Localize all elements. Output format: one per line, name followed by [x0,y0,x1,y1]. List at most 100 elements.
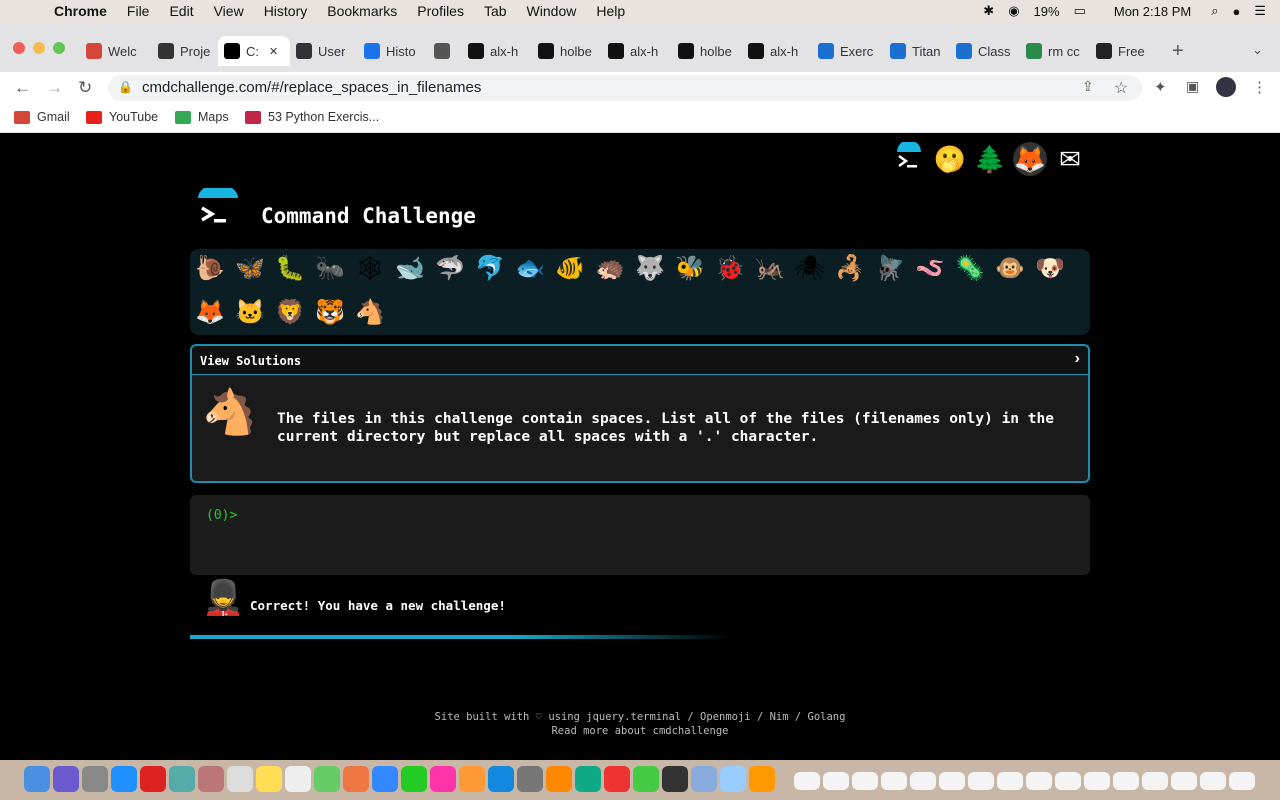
tab-4[interactable]: Histo [358,36,428,66]
challenge-animal-17[interactable]: 🪰 [874,253,906,285]
forward-button[interactable]: → [46,78,63,98]
dock-app-icon[interactable] [227,766,253,792]
challenge-animal-19[interactable]: 🦠 [954,253,986,285]
challenge-animal-22[interactable]: 🦊 [194,297,226,329]
challenge-animal-21[interactable]: 🐶 [1034,253,1066,285]
dock-app-icon[interactable] [314,766,340,792]
challenge-animal-15[interactable]: 🕷 [794,253,826,285]
extensions-icon[interactable]: ✦ [1154,78,1167,96]
dock-app-icon[interactable] [256,766,282,792]
dock-app-icon[interactable] [546,766,572,792]
challenge-animal-18[interactable]: 🪱 [914,253,946,285]
dock-document-icon[interactable] [881,772,907,790]
spotlight-search-icon[interactable]: ⌕ [1211,3,1218,19]
challenge-animal-6[interactable]: 🦈 [434,253,466,285]
dock-document-icon[interactable] [1200,772,1226,790]
bookmark-gmail[interactable]: Gmail [14,110,70,124]
dock-document-icon[interactable] [823,772,849,790]
dock-app-icon[interactable] [459,766,485,792]
dock-document-icon[interactable] [1084,772,1110,790]
tab-14[interactable]: rm cc [1020,36,1090,66]
dock-document-icon[interactable] [1113,772,1139,790]
wifi-icon[interactable]: ◉ [1008,3,1019,19]
tab-5[interactable] [428,36,462,66]
dock-app-icon[interactable] [24,766,50,792]
menu-profiles[interactable]: Profiles [417,3,464,19]
dock-app-icon[interactable] [430,766,456,792]
bookmark-star-icon[interactable]: ☆ [1114,78,1128,98]
tab-12[interactable]: Titan [884,36,950,66]
dock-document-icon[interactable] [1026,772,1052,790]
tab-6[interactable]: alx-h [462,36,532,66]
dock-document-icon[interactable] [939,772,965,790]
tab-11[interactable]: Exerc [812,36,882,66]
challenge-animal-12[interactable]: 🐝 [674,253,706,285]
close-window-button[interactable] [13,42,25,54]
tab-10[interactable]: alx-h [742,36,812,66]
tab-13[interactable]: Class [950,36,1020,66]
tab-15[interactable]: Free [1090,36,1160,66]
tab-3[interactable]: User [290,36,360,66]
challenge-animal-25[interactable]: 🐯 [314,297,346,329]
dock-document-icon[interactable] [852,772,878,790]
dock-app-icon[interactable] [691,766,717,792]
dock-app-icon[interactable] [633,766,659,792]
menu-edit[interactable]: Edit [169,3,193,19]
challenge-animal-16[interactable]: 🦂 [834,253,866,285]
dock-document-icon[interactable] [1142,772,1168,790]
siri-icon[interactable]: ● [1232,4,1240,19]
clock[interactable]: Mon 2:18 PM [1114,4,1191,19]
bookmark-maps[interactable]: Maps [175,110,229,124]
gitlab-icon[interactable]: 🦊 [1013,142,1047,176]
battery-icon[interactable]: ▭ [1074,3,1086,19]
dock-app-icon[interactable] [82,766,108,792]
tab-search-chevron-icon[interactable]: ⌄ [1252,42,1263,58]
dock-app-icon[interactable] [343,766,369,792]
terminal-input[interactable]: (0)> [190,495,1090,575]
dock-app-icon[interactable] [169,766,195,792]
dock-document-icon[interactable] [1055,772,1081,790]
share-icon[interactable]: ⇪ [1082,78,1094,95]
tab-2[interactable]: C: ✕ [218,36,290,66]
challenge-animal-23[interactable]: 🐱 [234,297,266,329]
dock-document-icon[interactable] [910,772,936,790]
dock-app-icon[interactable] [488,766,514,792]
dock-document-icon[interactable] [968,772,994,790]
dock-app-icon[interactable] [720,766,746,792]
terminal-logo-icon[interactable] [892,140,926,176]
lock-icon[interactable]: 🔒 [118,80,133,94]
reload-button[interactable]: ↻ [78,78,92,98]
new-tab-button[interactable]: + [1172,40,1184,63]
dock-app-icon[interactable] [401,766,427,792]
tab-7[interactable]: holbe [532,36,602,66]
challenge-animal-20[interactable]: 🐵 [994,253,1026,285]
tab-1[interactable]: Proje [152,36,222,66]
back-button[interactable]: ← [14,78,31,98]
dock-app-icon[interactable] [372,766,398,792]
dock-document-icon[interactable] [997,772,1023,790]
dock-app-icon[interactable] [140,766,166,792]
dock-document-icon[interactable] [1171,772,1197,790]
menu-help[interactable]: Help [596,3,625,19]
dock-document-icon[interactable] [794,772,820,790]
menu-window[interactable]: Window [527,3,577,19]
chevron-right-icon[interactable]: › [1075,350,1080,368]
dock-app-icon[interactable] [604,766,630,792]
dock-app-icon[interactable] [749,766,775,792]
challenge-animal-1[interactable]: 🦋 [234,253,266,285]
challenge-animal-11[interactable]: 🐺 [634,253,666,285]
menu-view[interactable]: View [214,3,244,19]
dock-app-icon[interactable] [517,766,543,792]
face-with-hand-icon[interactable]: 🫢 [933,142,967,176]
bookmark-python-exercises[interactable]: 53 Python Exercis... [245,110,379,124]
challenge-animal-0[interactable]: 🐌 [194,253,226,285]
challenge-animal-4[interactable]: 🕸 [354,253,386,285]
profile-avatar[interactable] [1216,77,1236,97]
menu-tab[interactable]: Tab [484,3,507,19]
url-text[interactable]: cmdchallenge.com/#/replace_spaces_in_fil… [142,79,481,96]
bluetooth-icon[interactable]: ✱ [983,3,994,19]
challenge-animal-24[interactable]: 🦁 [274,297,306,329]
menu-bookmarks[interactable]: Bookmarks [327,3,397,19]
challenge-animal-7[interactable]: 🐬 [474,253,506,285]
bookmark-youtube[interactable]: YouTube [86,110,158,124]
